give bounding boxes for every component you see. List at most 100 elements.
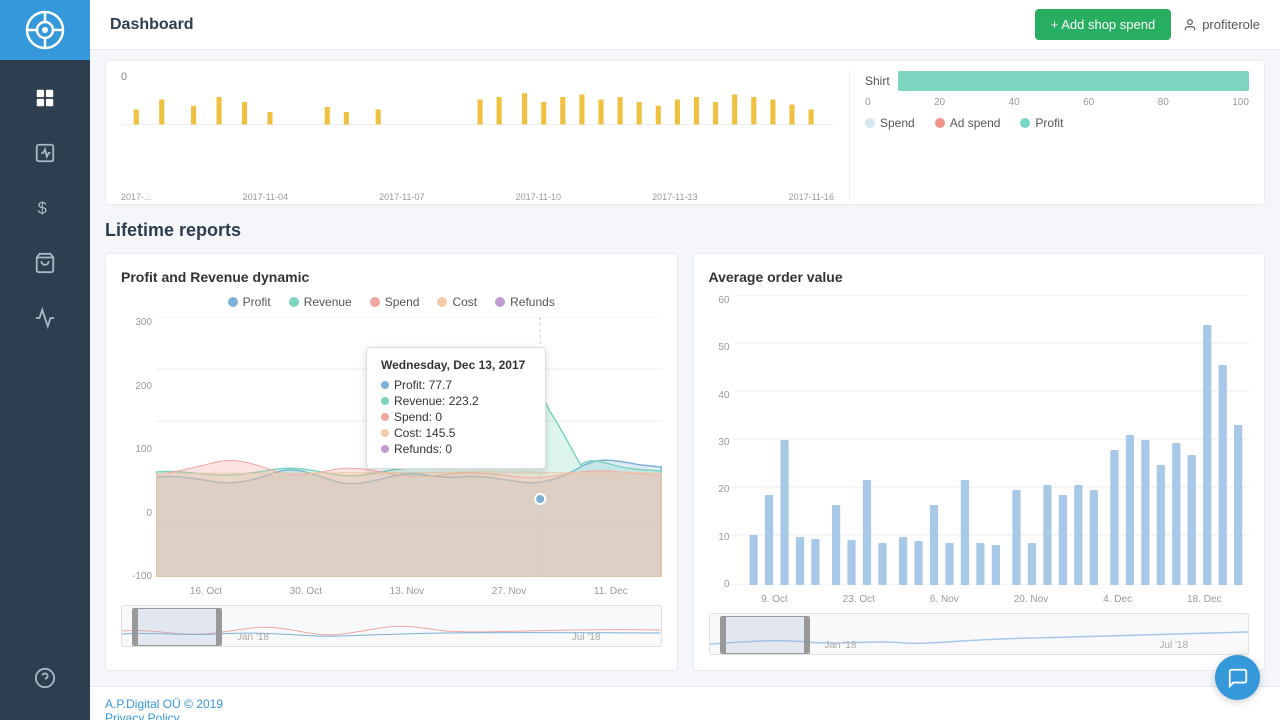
tooltip-row-refunds: Refunds: 0 <box>381 442 531 456</box>
mini-nav-selector[interactable] <box>132 608 222 646</box>
tooltip-row-cost: Cost: 145.5 <box>381 426 531 440</box>
sidebar: $ <box>0 0 90 720</box>
avg-order-chart-card: Average order value 60 50 40 30 20 10 0 <box>693 253 1266 671</box>
dashboard-icon <box>34 87 56 109</box>
right-mini-nav-left-handle[interactable] <box>721 617 726 653</box>
tooltip-profit: Profit: 77.7 <box>394 378 452 392</box>
right-mini-nav-selector[interactable] <box>720 616 810 654</box>
lifetime-title: Lifetime reports <box>105 220 1265 241</box>
legend-profit-top: Profit <box>1020 116 1063 130</box>
legend-refunds-label: Refunds <box>510 295 555 309</box>
left-mini-nav[interactable]: Jan '18 Jul '18 <box>121 605 662 647</box>
profit-revenue-chart-container: 300 200 100 0 -100 <box>121 317 662 647</box>
legend-revenue: Revenue <box>289 295 352 309</box>
mini-nav-right-handle[interactable] <box>216 609 221 645</box>
orders-icon <box>34 142 56 164</box>
page-title: Dashboard <box>110 16 194 34</box>
mini-nav-jan-label: Jan '18 <box>237 632 269 643</box>
avg-order-svg <box>734 295 1250 585</box>
cart-icon <box>34 252 56 274</box>
profit-revenue-title: Profit and Revenue dynamic <box>121 269 662 285</box>
sidebar-item-finance[interactable]: $ <box>0 180 90 235</box>
header-right: + Add shop spend profiterole <box>1035 9 1260 40</box>
finance-icon: $ <box>34 197 56 219</box>
help-icon <box>34 667 56 689</box>
username: profiterole <box>1202 17 1260 32</box>
tooltip-cost: Cost: 145.5 <box>394 426 455 440</box>
x-axis-right: 9. Oct 23. Oct 6. Nov 20. Nov 4. Dec 18.… <box>734 594 1250 605</box>
top-chart-y-zero: 0 <box>121 71 834 83</box>
lifetime-section: Lifetime reports Profit and Revenue dyna… <box>105 220 1265 671</box>
sidebar-item-dashboard[interactable] <box>0 70 90 125</box>
tooltip-row-profit: Profit: 77.7 <box>381 378 531 392</box>
x-date-label: 2017-11-13 <box>652 192 697 202</box>
chart-tooltip: Wednesday, Dec 13, 2017 Profit: 77.7 Rev… <box>366 347 546 469</box>
x-date-label: 2017-11-16 <box>789 192 834 202</box>
privacy-link[interactable]: Privacy Policy <box>105 711 1265 720</box>
charts-row: Profit and Revenue dynamic Profit Revenu… <box>105 253 1265 671</box>
right-mini-nav[interactable]: Jan '18 Jul '18 <box>709 613 1250 655</box>
legend-ad-spend-label: Ad spend <box>950 116 1001 130</box>
tooltip-title: Wednesday, Dec 13, 2017 <box>381 358 531 372</box>
legend-profit-top-label: Profit <box>1035 116 1063 130</box>
top-chart-section: 0 <box>105 60 1265 205</box>
main-content: Dashboard + Add shop spend profiterole 0 <box>90 0 1280 720</box>
shirt-bar <box>898 71 1249 91</box>
top-left-chart: 0 <box>121 71 834 202</box>
legend-spend: Spend <box>370 295 420 309</box>
copyright: A.P.Digital OÜ © 2019 <box>105 697 1265 711</box>
tooltip-row-spend: Spend: 0 <box>381 410 531 424</box>
top-chart-legend: Spend Ad spend Profit <box>865 116 1249 130</box>
right-mini-jan-label: Jan '18 <box>825 640 857 651</box>
avg-order-y-axis: 60 50 40 30 20 10 0 <box>709 295 734 590</box>
avg-order-chart-area <box>734 295 1250 590</box>
profit-revenue-legend: Profit Revenue Spend Cost <box>121 295 662 309</box>
legend-spend-label: Spend <box>880 116 915 130</box>
sidebar-item-orders[interactable] <box>0 125 90 180</box>
mini-nav-left-handle[interactable] <box>133 609 138 645</box>
sidebar-bottom <box>34 650 56 705</box>
svg-text:$: $ <box>38 199 47 217</box>
chart-with-yaxis: 300 200 100 0 -100 <box>121 317 662 582</box>
legend-cost-label: Cost <box>452 295 477 309</box>
legend-refunds: Refunds <box>495 295 555 309</box>
top-timeseries-svg <box>121 87 834 187</box>
legend-cost: Cost <box>437 295 477 309</box>
x-date-label: 2017-11-07 <box>379 192 424 202</box>
sidebar-item-cart[interactable] <box>0 235 90 290</box>
logo-icon <box>25 10 65 50</box>
tooltip-refunds: Refunds: 0 <box>394 442 452 456</box>
chat-button[interactable] <box>1215 655 1260 700</box>
sidebar-nav: $ <box>0 70 90 650</box>
add-shop-button[interactable]: + Add shop spend <box>1035 9 1171 40</box>
logo[interactable] <box>0 0 90 60</box>
legend-revenue-label: Revenue <box>304 295 352 309</box>
right-mini-nav-right-handle[interactable] <box>804 617 809 653</box>
avg-order-title: Average order value <box>709 269 1250 285</box>
header: Dashboard + Add shop spend profiterole <box>90 0 1280 50</box>
content-body: 0 <box>90 50 1280 720</box>
x-date-label: 2017-... <box>121 192 152 202</box>
legend-profit-label: Profit <box>243 295 271 309</box>
user-icon <box>1183 18 1197 32</box>
footer: A.P.Digital OÜ © 2019 Privacy Policy <box>90 686 1280 720</box>
shirt-label: Shirt <box>865 74 890 88</box>
profit-revenue-chart-card: Profit and Revenue dynamic Profit Revenu… <box>105 253 678 671</box>
x-date-label: 2017-11-04 <box>243 192 288 202</box>
chart-area: Wednesday, Dec 13, 2017 Profit: 77.7 Rev… <box>156 317 662 582</box>
top-right-chart: Shirt 0 20 40 60 80 100 <box>849 71 1249 202</box>
legend-ad-spend: Ad spend <box>935 116 1001 130</box>
right-mini-jul-label: Jul '18 <box>1159 640 1188 651</box>
tooltip-spend: Spend: 0 <box>394 410 442 424</box>
mini-nav-jul-label: Jul '18 <box>572 632 601 643</box>
sidebar-item-campaigns[interactable] <box>0 290 90 345</box>
user-info: profiterole <box>1183 17 1260 32</box>
tooltip-revenue: Revenue: 223.2 <box>394 394 479 408</box>
avg-order-chart-with-axis: 60 50 40 30 20 10 0 <box>709 295 1250 590</box>
legend-spend: Spend <box>865 116 915 130</box>
tooltip-row-revenue: Revenue: 223.2 <box>381 394 531 408</box>
chat-icon <box>1227 667 1249 689</box>
legend-spend-label: Spend <box>385 295 420 309</box>
campaigns-icon <box>34 307 56 329</box>
sidebar-item-help[interactable] <box>34 650 56 705</box>
